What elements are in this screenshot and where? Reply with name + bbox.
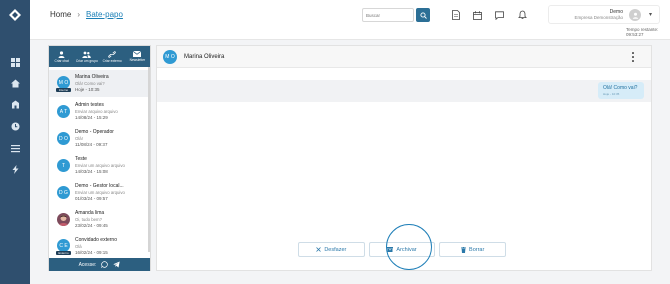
user-icon [58, 50, 65, 58]
conversation-name: Demo - Gestor local... [75, 183, 124, 189]
create-chat-label: Criar chat [54, 58, 69, 63]
list-toolbar: Criar chat Criar um grupo Criar externo … [49, 46, 150, 67]
conversation-date: Hoje - 10:35 [75, 87, 100, 92]
conversation-name: Demo - Operador [75, 129, 114, 135]
group-icon [82, 51, 92, 58]
delete-button[interactable]: Borrar [439, 242, 507, 257]
list-item[interactable]: Amanda lima Oi, tudo bem? 23/02/24 - 09:… [49, 205, 148, 232]
conversation-list-panel: Criar chat Criar um grupo Criar externo … [48, 45, 151, 271]
create-chat-button[interactable]: Criar chat [49, 46, 74, 67]
user-icon [632, 12, 638, 19]
delete-label: Borrar [469, 246, 485, 253]
avatar: M O [163, 50, 177, 64]
whatsapp-icon[interactable] [101, 261, 109, 268]
bolt-icon[interactable] [10, 165, 20, 175]
home-icon[interactable] [10, 79, 20, 89]
breadcrumb-current[interactable]: Bate-papo [86, 10, 123, 19]
list-item[interactable]: C E Externo Convidado externo Olá 16/02/… [49, 232, 148, 256]
chat-bubble-icon[interactable] [493, 9, 505, 21]
link-icon [108, 50, 116, 58]
user-menu[interactable]: Demo Empresa Demonstração ▾ [548, 5, 660, 24]
list-item[interactable]: D G Demo - Gestor local... Enviar um arq… [49, 178, 148, 205]
person-photo-icon [58, 215, 69, 226]
undo-button[interactable]: Desfazer [298, 242, 365, 257]
search-icon [419, 11, 427, 19]
x-icon [316, 247, 322, 252]
user-company: Empresa Demonstração [574, 15, 623, 20]
list-footer: Acesse: [49, 258, 150, 271]
conversation-date: 01/03/24 - 09:57 [75, 196, 108, 201]
conversation-name: Teste [75, 156, 87, 162]
conversation-preview: Oi, tudo bem? [75, 217, 102, 222]
create-external-button[interactable]: Criar externo [100, 46, 125, 67]
search-button[interactable] [416, 8, 430, 22]
left-rail [0, 0, 30, 284]
avatar: A T [57, 105, 70, 118]
bell-icon[interactable] [516, 9, 528, 21]
avatar: D G [57, 186, 70, 199]
conversation-name: Convidado externo [75, 237, 117, 243]
logo-icon[interactable] [8, 8, 22, 22]
more-options-icon[interactable] [631, 52, 635, 62]
conversation-preview: Enviar arquivo arquivo [75, 109, 118, 114]
mail-icon [133, 51, 142, 57]
status-badge: Interno [56, 88, 71, 92]
archive-highlight-ring [386, 224, 432, 270]
chevron-down-icon[interactable]: ▾ [649, 11, 652, 18]
conversation-date: 11/08/24 - 09:37 [75, 142, 108, 147]
conversation-preview: Olá! Como vai? [75, 81, 105, 86]
list-item[interactable]: M O Interno Marina Oliveira Olá! Como va… [49, 70, 148, 97]
list-scrollbar[interactable] [148, 67, 150, 252]
conversation-preview: Enviar um arquivo arquivo [75, 190, 125, 195]
conversation-preview: Enviar um arquivo arquivo [75, 163, 125, 168]
list-item[interactable]: D O Demo - Operador Olá! 11/08/24 - 09:3… [49, 124, 148, 151]
session-timer: Tempo restante: 09:53:27 [626, 27, 659, 37]
conversation-date: 14/08/24 - 15:29 [75, 115, 108, 120]
search-input[interactable]: Buscar [362, 8, 414, 22]
conversation-preview: Olá [75, 244, 82, 249]
create-group-label: Criar um grupo [75, 58, 98, 63]
user-avatar[interactable] [629, 9, 641, 21]
message-time: Hoje - 10:35 [603, 92, 620, 96]
chat-title: Marina Oliveira [184, 54, 225, 60]
undo-label: Desfazer [324, 246, 347, 253]
conversation-preview: Olá! [75, 136, 83, 141]
message-row [157, 80, 651, 102]
trash-icon [461, 246, 467, 253]
chat-header: M O Marina Oliveira [157, 46, 651, 68]
breadcrumb-home[interactable]: Home [50, 10, 71, 19]
document-icon[interactable] [450, 9, 462, 21]
message-text: Olá! Como vai? [603, 85, 638, 91]
create-external-label: Criar externo [102, 58, 122, 63]
status-badge: Externo [56, 251, 71, 255]
dashboard-icon[interactable] [10, 58, 20, 68]
conversation-date: 16/02/24 - 09:15 [75, 250, 108, 255]
list-item[interactable]: A T Admin testes Enviar arquivo arquivo … [49, 97, 148, 124]
top-header: Home › Bate-papo Buscar Demo Empresa Dem… [30, 0, 670, 40]
conversation-name: Amanda lima [75, 210, 105, 216]
conversation-date: 14/03/24 - 15:08 [75, 169, 108, 174]
message-bubble[interactable]: Olá! Como vai? Hoje - 10:35 [598, 82, 644, 99]
app: Home › Bate-papo Buscar Demo Empresa Dem… [0, 0, 670, 284]
list-icon[interactable] [10, 144, 20, 154]
chat-panel: M O Marina Oliveira Olá! Como vai? Hoje … [156, 45, 652, 271]
list-item[interactable]: T Teste Enviar um arquivo arquivo 14/03/… [49, 151, 148, 178]
conversation-name: Admin testes [75, 102, 104, 108]
breadcrumb: Home › Bate-papo [50, 10, 123, 19]
conversation-date: 23/02/24 - 09:45 [75, 223, 108, 228]
avatar: T [57, 159, 70, 172]
breadcrumb-separator-icon: › [77, 10, 81, 19]
calendar-icon[interactable] [471, 9, 483, 21]
avatar [57, 213, 70, 226]
newsletter-button[interactable]: Newsletter [125, 46, 150, 67]
newsletter-label: Newsletter [129, 58, 146, 62]
clock-icon[interactable] [10, 122, 20, 132]
conversation-name: Marina Oliveira [75, 74, 109, 80]
telegram-icon[interactable] [113, 261, 121, 268]
access-label: Acesse: [78, 261, 97, 268]
create-group-button[interactable]: Criar um grupo [74, 46, 99, 67]
avatar: D O [57, 132, 70, 145]
building-icon[interactable] [10, 100, 20, 110]
